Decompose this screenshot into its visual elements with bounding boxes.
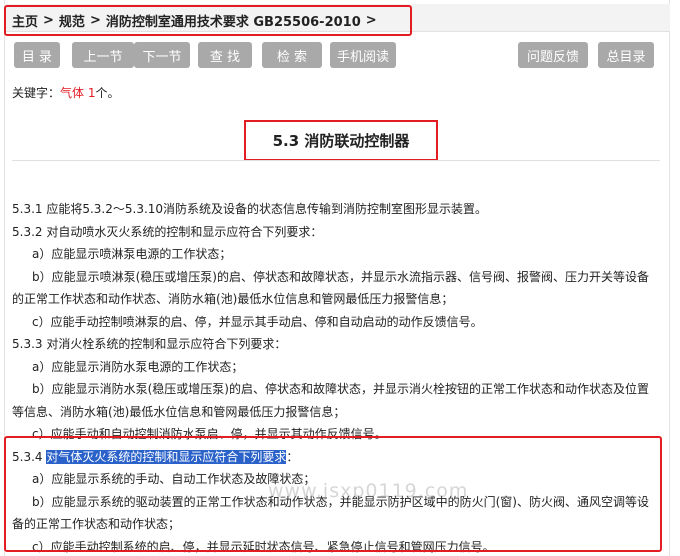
prev-section-button[interactable]: 上一节 [72,42,134,68]
breadcrumb-category-link[interactable]: 规范 [59,11,85,30]
breadcrumb-bar: 主页 > 规范 > 消防控制室通用技术要求 GB25506-2010 > [4,4,670,36]
breadcrumb-home-link[interactable]: 主页 [12,11,38,30]
breadcrumb-separator: > [365,13,377,28]
find-button[interactable]: 查 找 [198,42,252,68]
keyword-label: 关键字： [12,86,61,100]
section-content: 5.3.1 应能将5.3.2～5.3.10消防系统及设备的状态信息传输到消防控制… [12,198,660,556]
clause-5-3-3-c: c）应能手动和自动控制消防水泵启、停，并显示其动作反馈信号。 [32,427,387,441]
clause-5-3-2-c: c）应能手动控制喷淋泵的启、停，并显示其手动启、停和自动启动的动作反馈信号。 [32,314,483,329]
clause-number: 5.3.4 [12,449,47,464]
clause-punctuation: ： [286,449,299,464]
clause-5-3-2: 5.3.2 对自动喷水灭火系统的控制和显示应符合下列要求： [12,224,323,239]
mobile-read-button[interactable]: 手机阅读 [330,42,396,68]
clause-5-3-4-c: c）应能手动控制系统的启、停，并显示延时状态信号、紧急停止信号和管网压力信号。 [32,539,495,554]
selected-text[interactable]: 对气体灭火系统的控制和显示应符合下列要求 [46,449,287,464]
next-section-button[interactable]: 下一节 [134,42,190,68]
keyword-line: 关键字：气体 1个。 [12,84,120,101]
title-divider [12,160,660,161]
section-title: 5.3 消防联动控制器 [244,120,438,161]
clause-5-3-3-a: a）应能显示消防水泵电源的工作状态； [32,359,244,374]
clause-5-3-2-a: a）应能显示喷淋泵电源的工作状态； [32,247,232,261]
clause-5-3-4-b: b）应能显示系统的驱动装置的正常工作状态和动作状态，并能显示防护区域中的防火门(… [12,494,649,532]
feedback-button[interactable]: 问题反馈 [518,42,588,68]
clause-5-3-4: 5.3.4 对气体灭火系统的控制和显示应符合下列要求： [12,446,660,469]
breadcrumb-separator: > [89,13,101,28]
clause-5-3-1: 5.3.1 应能将5.3.2～5.3.10消防系统及设备的状态信息传输到消防控制… [12,202,488,216]
clause-5-3-3: 5.3.3 对消火栓系统的控制和显示应符合下列要求： [12,337,287,351]
index-button[interactable]: 总目录 [598,42,654,68]
keyword-term[interactable]: 气体 [60,86,84,100]
clause-5-3-4-a: a）应能显示系统的手动、自动工作状态及故障状态； [32,472,316,486]
clause-5-3-2-b: b）应能显示喷淋泵(稳压或增压泵)的启、停状态和故障状态，并显示水流指示器、信号… [12,269,649,307]
keyword-count: 1 [87,86,96,100]
search-button[interactable]: 检 索 [262,42,322,68]
breadcrumb-document-link[interactable]: 消防控制室通用技术要求 GB25506-2010 [106,11,361,30]
breadcrumb: 主页 > 规范 > 消防控制室通用技术要求 GB25506-2010 > [4,5,412,36]
clause-5-3-3-b: b）应能显示消防水泵(稳压或增压泵)的启、停状态和故障状态，并显示消火栓按钮的正… [12,382,649,419]
keyword-unit: 个。 [95,86,120,100]
toc-button[interactable]: 目 录 [14,42,60,68]
breadcrumb-separator: > [43,13,54,28]
